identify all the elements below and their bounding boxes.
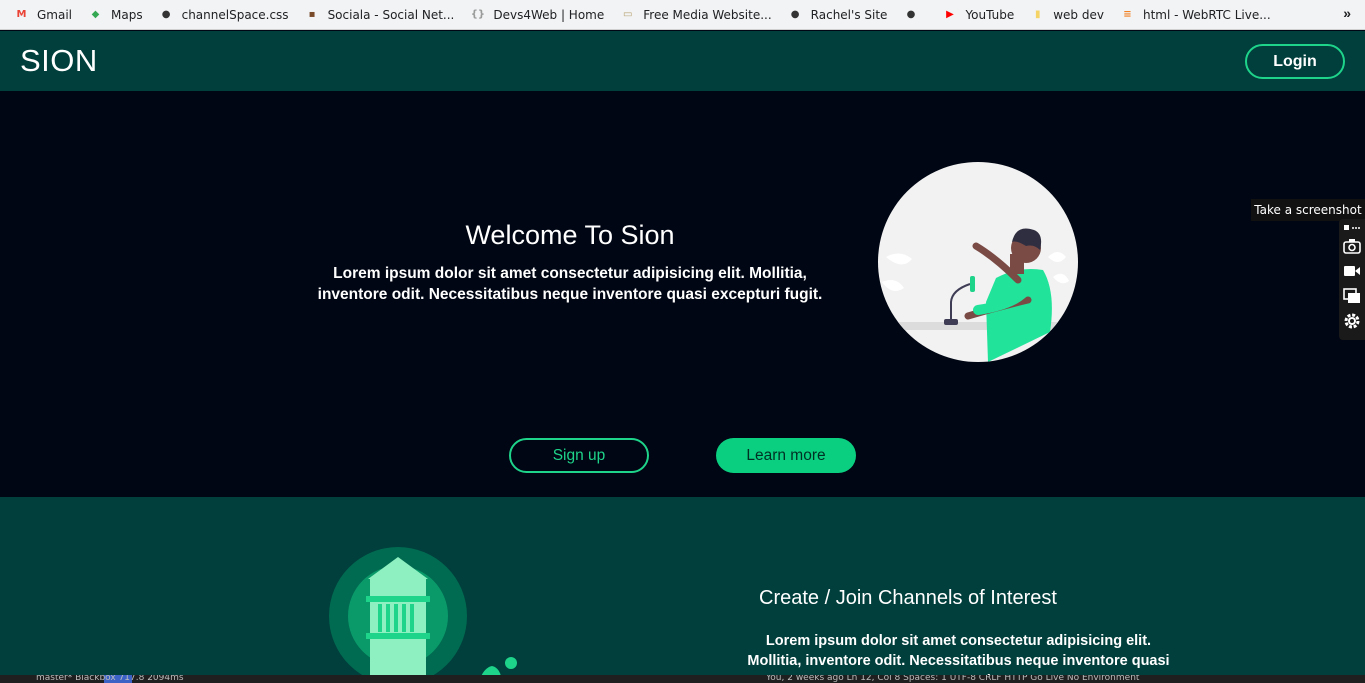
bookmark-item[interactable]: ● Rachel's Site xyxy=(788,3,888,27)
login-button[interactable]: Login xyxy=(1245,44,1345,79)
stackoverflow-icon: ≡ xyxy=(1123,9,1132,20)
bookmarks-bar: M Gmail ◆ Maps ● channelSpace.css ▪ Sociala - S… xyxy=(0,0,1365,30)
bookmark-item[interactable]: ▪ Sociala - Social Net... xyxy=(305,3,455,27)
bookmark-label: Devs4Web | Home xyxy=(493,7,605,22)
folder-icon: ▮ xyxy=(1034,9,1041,20)
bookmark-item[interactable]: ▮ web dev xyxy=(1030,3,1104,27)
video-camera-icon[interactable] xyxy=(1342,261,1362,281)
learn-more-button[interactable]: Learn more xyxy=(716,438,856,473)
hero-section: Welcome To Sion Lorem ipsum dolor sit am… xyxy=(0,91,1365,497)
bookmark-label: Rachel's Site xyxy=(810,7,888,22)
bookmark-item[interactable]: ◆ Maps xyxy=(88,3,143,27)
site-logo[interactable]: SION xyxy=(20,43,98,79)
lighthouse-illustration xyxy=(329,547,517,683)
bookmark-label: html - WebRTC Live... xyxy=(1142,7,1271,22)
hero-title: Welcome To Sion xyxy=(465,220,675,250)
youtube-icon: ▶ xyxy=(946,9,954,20)
bookmark-label: Sociala - Social Net... xyxy=(327,7,455,22)
globe-icon: ● xyxy=(161,9,171,20)
camera-icon[interactable] xyxy=(1342,236,1362,256)
bookmark-label: Gmail xyxy=(37,7,73,22)
bookmark-label: channelSpace.css xyxy=(181,7,289,22)
signup-button[interactable]: Sign up xyxy=(509,438,649,473)
channels-section: Create / Join Channels of Interest Lorem… xyxy=(0,497,1365,683)
maps-icon: ◆ xyxy=(91,9,100,20)
bookmark-item[interactable]: ▭ Free Media Website... xyxy=(620,3,772,27)
screenshot-tooltip: Take a screenshot xyxy=(1251,199,1365,221)
status-right: You, 2 weeks ago Ln 12, Col 8 Spaces: 1 … xyxy=(766,675,1140,683)
settings-gear-icon[interactable] xyxy=(1342,311,1362,331)
bookmark-item[interactable]: ≡ html - WebRTC Live... xyxy=(1120,3,1271,27)
bookmark-label: web dev xyxy=(1053,7,1104,22)
media-icon: ▭ xyxy=(623,9,633,20)
site-header: SION Login xyxy=(0,31,1365,91)
screenshot-toolbar xyxy=(1339,219,1365,340)
bookmarks-overflow-icon[interactable]: » xyxy=(1343,5,1351,21)
hero-description: Lorem ipsum dolor sit amet consectetur a… xyxy=(317,265,823,303)
bookmark-item[interactable]: ▶ YouTube xyxy=(942,3,1014,27)
bookmark-label: Free Media Website... xyxy=(643,7,772,22)
globe-icon: ● xyxy=(906,9,916,20)
bookmark-label: Maps xyxy=(111,7,143,22)
devs4web-icon: {} xyxy=(470,9,485,20)
bookmark-item[interactable]: {} Devs4Web | Home xyxy=(470,3,605,27)
bookmark-item[interactable]: ● xyxy=(903,3,926,27)
more-options-icon[interactable] xyxy=(1342,223,1362,233)
windows-icon[interactable] xyxy=(1342,286,1362,306)
status-left: master* Blackbox 717.8 2094ms xyxy=(36,675,184,683)
editor-status-bar: master* Blackbox 717.8 2094ms You, 2 wee… xyxy=(0,675,1365,683)
sociala-icon: ▪ xyxy=(308,9,316,20)
gmail-icon: M xyxy=(16,9,27,20)
globe-icon: ● xyxy=(790,9,800,20)
bookmark-item[interactable]: ● channelSpace.css xyxy=(159,3,289,27)
channels-title: Create / Join Channels of Interest xyxy=(759,587,1057,609)
podcast-person-illustration xyxy=(878,162,1078,362)
bookmark-item[interactable]: M Gmail xyxy=(14,3,73,27)
bookmark-label: YouTube xyxy=(965,7,1015,22)
